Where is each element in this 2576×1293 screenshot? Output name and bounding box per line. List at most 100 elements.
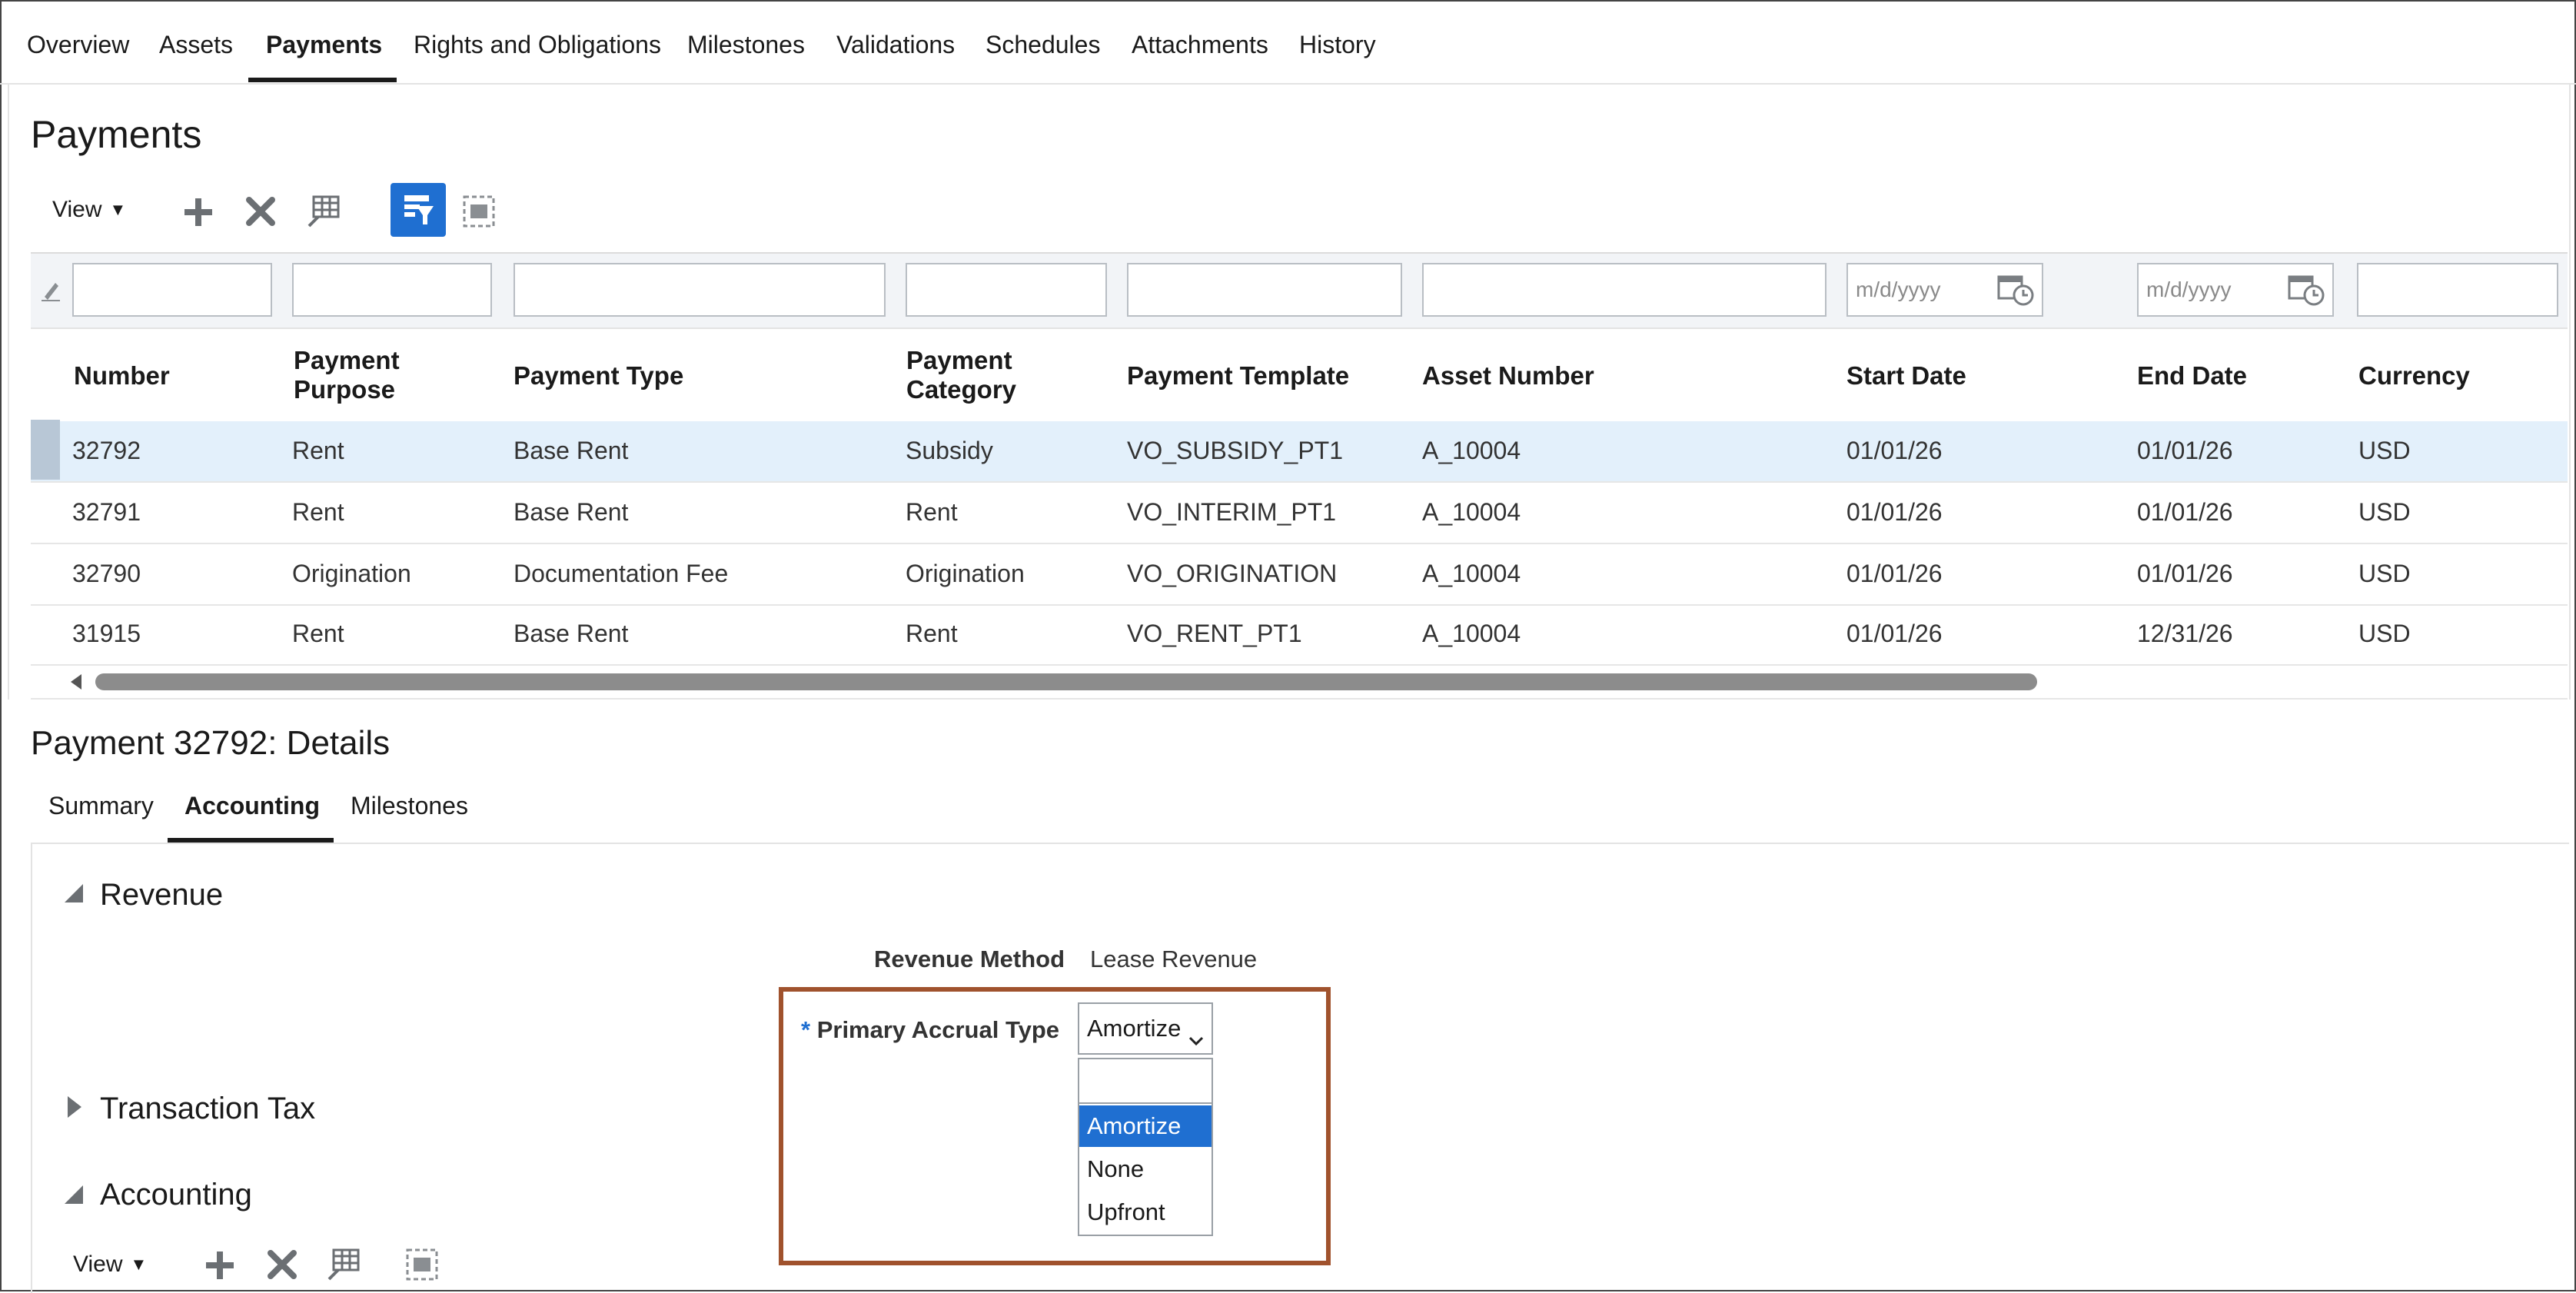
cell-payment-purpose: Rent <box>292 437 344 464</box>
filter-start-date[interactable]: m/d/yyyy <box>1846 263 2043 317</box>
cell-start-date: 01/01/26 <box>1846 498 1943 526</box>
end-date-placeholder: m/d/yyyy <box>2146 278 2232 301</box>
col-header-currency[interactable]: Currency <box>2358 361 2470 391</box>
cell-asset-number: A_10004 <box>1422 498 1521 526</box>
cell-payment-purpose: Origination <box>292 560 411 587</box>
col-header-number[interactable]: Number <box>74 361 170 391</box>
detach-icon[interactable] <box>404 1247 440 1282</box>
cell-payment-category: Rent <box>906 620 958 647</box>
tab-accounting[interactable]: Accounting <box>184 792 320 820</box>
cell-number: 32792 <box>72 437 141 464</box>
filter-end-date[interactable]: m/d/yyyy <box>2137 263 2334 317</box>
section-revenue[interactable]: Revenue <box>100 878 223 912</box>
cell-end-date: 12/31/26 <box>2137 620 2233 647</box>
cell-payment-template: VO_INTERIM_PT1 <box>1127 498 1337 526</box>
tab-milestones[interactable]: Milestones <box>687 31 805 59</box>
cell-end-date: 01/01/26 <box>2137 437 2233 464</box>
cell-payment-template: VO_RENT_PT1 <box>1127 620 1302 647</box>
pencil-icon <box>42 278 61 305</box>
cell-number: 32790 <box>72 560 141 587</box>
cell-number: 31915 <box>72 620 141 647</box>
filter-payment-purpose[interactable] <box>292 263 492 317</box>
tab-history[interactable]: History <box>1299 31 1376 59</box>
tab-summary[interactable]: Summary <box>48 792 154 820</box>
scroll-left-arrow-icon[interactable] <box>71 674 81 690</box>
start-date-placeholder: m/d/yyyy <box>1856 278 1941 301</box>
cell-payment-category: Origination <box>906 560 1025 587</box>
horizontal-scrollbar[interactable] <box>95 673 2037 690</box>
filter-payment-template[interactable] <box>1127 263 1402 317</box>
add-icon[interactable] <box>203 1248 237 1282</box>
cell-payment-type: Documentation Fee <box>514 560 729 587</box>
delete-icon[interactable] <box>266 1248 298 1281</box>
collapse-triangle-icon[interactable] <box>63 1184 85 1209</box>
col-header-payment-type[interactable]: Payment Type <box>514 361 683 391</box>
view-menu-label: View <box>52 197 102 222</box>
col-header-end-date[interactable]: End Date <box>2137 361 2247 391</box>
cell-currency: USD <box>2358 437 2411 464</box>
tab-attachments[interactable]: Attachments <box>1132 31 1268 59</box>
tab-milestones-detail[interactable]: Milestones <box>351 792 468 820</box>
filter-icon <box>404 195 434 224</box>
edit-columns-icon[interactable] <box>326 1247 361 1282</box>
table-row[interactable]: 32790 Origination Documentation Fee Orig… <box>31 544 2568 606</box>
top-tab-bar: Overview Assets Payments Rights and Obli… <box>0 0 2576 85</box>
cell-payment-type: Base Rent <box>514 498 629 526</box>
tab-validations[interactable]: Validations <box>836 31 955 59</box>
filter-payment-category[interactable] <box>906 263 1107 317</box>
divider <box>31 698 2568 700</box>
cell-start-date: 01/01/26 <box>1846 437 1943 464</box>
cell-end-date: 01/01/26 <box>2137 560 2233 587</box>
table-row[interactable]: 32791 Rent Base Rent Rent VO_INTERIM_PT1… <box>31 483 2568 544</box>
caret-down-icon: ▼ <box>130 1255 148 1274</box>
table-header: Number Payment Purpose Payment Type Payme… <box>31 327 2568 424</box>
cell-number: 32791 <box>72 498 141 526</box>
expand-triangle-icon[interactable] <box>66 1095 83 1123</box>
cell-start-date: 01/01/26 <box>1846 620 1943 647</box>
delete-icon[interactable] <box>244 195 277 228</box>
cell-start-date: 01/01/26 <box>1846 560 1943 587</box>
col-header-asset-number[interactable]: Asset Number <box>1422 361 1594 391</box>
filter-currency[interactable] <box>2357 263 2558 317</box>
edit-columns-icon[interactable] <box>306 194 341 229</box>
view-menu-label: View <box>73 1251 123 1277</box>
cell-payment-template: VO_SUBSIDY_PT1 <box>1127 437 1343 464</box>
tab-schedules[interactable]: Schedules <box>986 31 1100 59</box>
section-transaction-tax[interactable]: Transaction Tax <box>100 1092 315 1126</box>
tab-assets[interactable]: Assets <box>159 31 233 59</box>
col-header-start-date[interactable]: Start Date <box>1846 361 1966 391</box>
cell-payment-purpose: Rent <box>292 498 344 526</box>
table-row[interactable]: 32792 Rent Base Rent Subsidy VO_SUBSIDY_… <box>31 421 2568 483</box>
cell-end-date: 01/01/26 <box>2137 498 2233 526</box>
filter-number[interactable] <box>72 263 272 317</box>
cell-asset-number: A_10004 <box>1422 437 1521 464</box>
tab-overview[interactable]: Overview <box>27 31 129 59</box>
col-header-payment-purpose[interactable]: Payment Purpose <box>294 346 400 404</box>
view-menu[interactable]: View ▼ <box>52 197 126 223</box>
calendar-icon[interactable] <box>1997 272 2036 315</box>
cell-payment-category: Rent <box>906 498 958 526</box>
calendar-icon[interactable] <box>2288 272 2326 315</box>
cell-currency: USD <box>2358 498 2411 526</box>
selected-row-marker <box>31 420 60 480</box>
col-header-payment-template[interactable]: Payment Template <box>1127 361 1349 391</box>
cell-asset-number: A_10004 <box>1422 560 1521 587</box>
active-tab-indicator <box>248 78 397 82</box>
section-accounting[interactable]: Accounting <box>100 1178 252 1212</box>
filter-payment-type[interactable] <box>514 263 886 317</box>
revenue-method-label: Revenue Method <box>874 946 1065 972</box>
col-header-payment-category[interactable]: Payment Category <box>906 346 1016 404</box>
revenue-method-value: Lease Revenue <box>1090 946 1258 972</box>
cell-currency: USD <box>2358 560 2411 587</box>
cell-asset-number: A_10004 <box>1422 620 1521 647</box>
query-by-example-button[interactable] <box>391 183 446 237</box>
tab-payments[interactable]: Payments <box>266 31 382 59</box>
add-icon[interactable] <box>181 195 215 229</box>
filter-row: m/d/yyyy m/d/yyyy <box>31 252 2568 327</box>
filter-asset-number[interactable] <box>1422 263 1826 317</box>
tab-rights-and-obligations[interactable]: Rights and Obligations <box>414 31 661 59</box>
collapse-triangle-icon[interactable] <box>63 882 85 908</box>
detach-icon[interactable] <box>461 194 497 229</box>
accounting-view-menu[interactable]: View ▼ <box>73 1251 147 1278</box>
table-row[interactable]: 31915 Rent Base Rent Rent VO_RENT_PT1 A_… <box>31 604 2568 666</box>
